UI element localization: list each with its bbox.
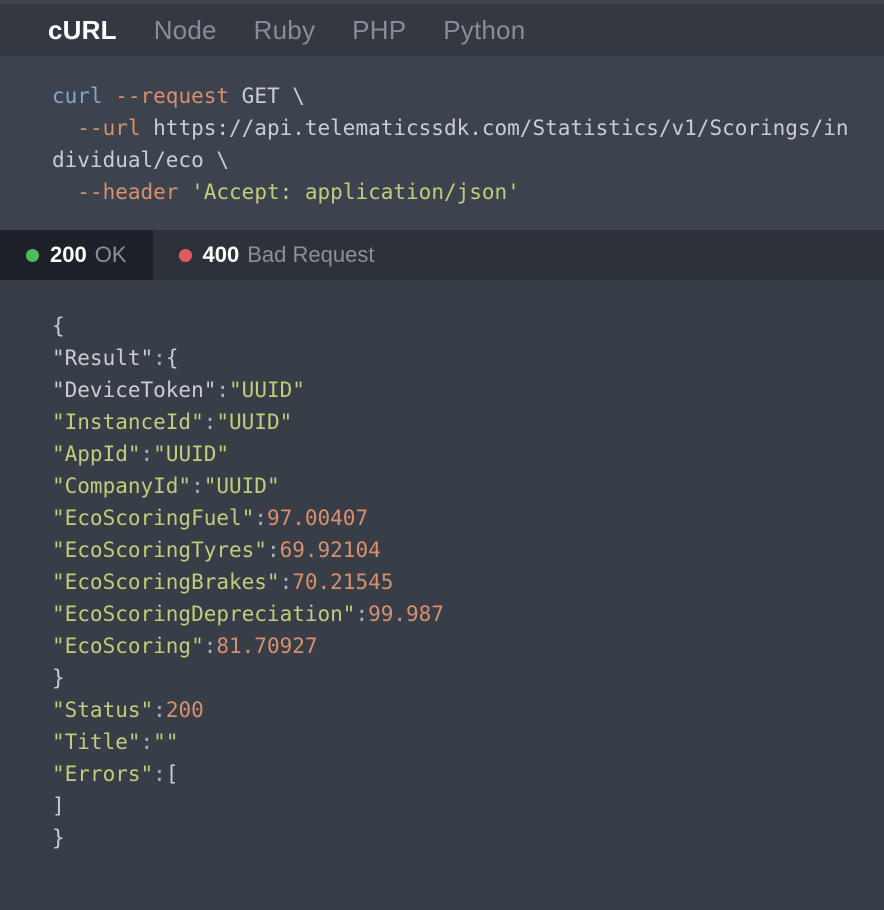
response-line: "AppId":"UUID" bbox=[52, 442, 229, 466]
request-token-plain: GET \ bbox=[229, 84, 305, 108]
response-token-punc: } bbox=[52, 666, 65, 690]
response-token-colon: : bbox=[191, 474, 204, 498]
response-line: } bbox=[52, 666, 65, 690]
response-token-num: 200 bbox=[165, 698, 204, 722]
response-token-key: "EcoScoringTyres" bbox=[52, 538, 267, 562]
request-token-flag: --url bbox=[77, 116, 141, 140]
response-token-colon: : bbox=[254, 506, 267, 530]
response-token-colon: : bbox=[355, 602, 369, 626]
response-json-block[interactable]: { "Result":{ "DeviceToken":"UUID" "Insta… bbox=[24, 310, 860, 854]
response-token-num: 99.987 bbox=[368, 602, 444, 626]
response-token-colon: : bbox=[140, 442, 154, 466]
response-line: ] bbox=[52, 794, 65, 818]
response-body-area: { "Result":{ "DeviceToken":"UUID" "Insta… bbox=[0, 280, 884, 910]
request-token-plain bbox=[52, 116, 77, 140]
response-status-tab-400[interactable]: 400 Bad Request bbox=[153, 230, 401, 280]
request-token-plain: https://api.telematicssdk.com/Statistics… bbox=[52, 116, 849, 172]
language-tab-ruby[interactable]: Ruby bbox=[254, 17, 316, 43]
response-line: "EcoScoring":81.70927 bbox=[52, 634, 318, 658]
response-token-key: "InstanceId" bbox=[52, 410, 204, 434]
response-line: } bbox=[52, 826, 65, 850]
request-token-plain bbox=[52, 180, 77, 204]
response-token-key: "EcoScoring" bbox=[52, 634, 204, 658]
response-token-colon: : bbox=[153, 698, 166, 722]
request-line: curl --request GET \ bbox=[52, 84, 305, 108]
response-line: "EcoScoringTyres":69.92104 bbox=[52, 538, 381, 562]
response-token-punc: } bbox=[52, 826, 65, 850]
response-token-colon: : bbox=[279, 570, 293, 594]
response-line: "CompanyId":"UUID" bbox=[52, 474, 280, 498]
request-token-flag: --header bbox=[77, 180, 179, 204]
response-token-keygray: "DeviceToken" bbox=[52, 378, 217, 402]
response-token-string: "" bbox=[153, 730, 179, 754]
response-line: "Errors":[ bbox=[52, 762, 178, 786]
response-line: "Status":200 bbox=[52, 698, 204, 722]
response-token-punc: { bbox=[165, 346, 179, 370]
request-token-fn: curl bbox=[52, 84, 103, 108]
request-code-area: curl --request GET \ --url https://api.t… bbox=[0, 56, 884, 230]
response-status-tab-bar: 200 OK 400 Bad Request bbox=[0, 230, 884, 280]
response-token-string: "UUID" bbox=[153, 442, 230, 466]
response-token-colon: : bbox=[153, 762, 166, 786]
request-token-string: 'Accept: application/json' bbox=[191, 180, 520, 204]
response-token-num: 81.70927 bbox=[216, 634, 318, 658]
status-dot-icon bbox=[26, 248, 39, 262]
status-text-label: OK bbox=[94, 242, 127, 267]
response-token-num: 70.21545 bbox=[292, 570, 394, 594]
language-tab-curl[interactable]: cURL bbox=[48, 17, 117, 43]
response-token-colon: : bbox=[140, 730, 154, 754]
api-explorer-panel: cURL Node Ruby PHP Python curl --request GET… bbox=[0, 0, 884, 910]
response-token-colon: : bbox=[266, 538, 280, 562]
response-token-key: "CompanyId" bbox=[52, 474, 192, 498]
response-status-tab-200[interactable]: 200 OK bbox=[0, 230, 153, 280]
response-token-key: "Title" bbox=[52, 730, 141, 754]
request-line: --url https://api.telematicssdk.com/Stat… bbox=[52, 116, 849, 172]
request-code-block[interactable]: curl --request GET \ --url https://api.t… bbox=[24, 80, 860, 208]
response-line: "Title":"" bbox=[52, 730, 178, 754]
request-token-flag: --request bbox=[115, 84, 230, 108]
response-token-key: "EcoScoringFuel" bbox=[52, 506, 255, 530]
response-token-num: 69.92104 bbox=[279, 538, 381, 562]
response-line: "DeviceToken":"UUID" bbox=[52, 378, 305, 402]
response-line: "EcoScoringDepreciation":99.987 bbox=[52, 602, 444, 626]
response-token-string: "UUID" bbox=[203, 474, 280, 498]
status-code-label: 400 bbox=[202, 242, 240, 267]
response-token-num: 97.00407 bbox=[266, 506, 369, 530]
response-token-colon: : bbox=[216, 378, 230, 402]
language-tab-bar: cURL Node Ruby PHP Python bbox=[0, 4, 884, 56]
response-token-keygray: "Result" bbox=[52, 346, 154, 370]
response-line: "EcoScoringBrakes":70.21545 bbox=[52, 570, 393, 594]
request-token-plain bbox=[178, 180, 191, 204]
response-token-colon: : bbox=[203, 410, 217, 434]
response-token-key: "Errors" bbox=[52, 762, 154, 786]
status-dot-icon bbox=[178, 248, 192, 262]
response-token-colon: : bbox=[203, 634, 217, 658]
status-text-label: Bad Request bbox=[247, 242, 375, 267]
response-line: "EcoScoringFuel":97.00407 bbox=[52, 506, 368, 530]
response-token-string: "UUID" bbox=[229, 378, 305, 402]
response-line: "InstanceId":"UUID" bbox=[52, 410, 292, 434]
status-code-label: 200 bbox=[50, 242, 87, 267]
response-token-key: "AppId" bbox=[52, 442, 141, 466]
response-token-key: "EcoScoringDepreciation" bbox=[52, 602, 356, 626]
response-token-colon: : bbox=[153, 346, 166, 370]
response-token-punc: [ bbox=[165, 762, 179, 786]
language-tab-php[interactable]: PHP bbox=[352, 17, 406, 43]
language-tab-node[interactable]: Node bbox=[154, 17, 217, 43]
response-token-string: "UUID" bbox=[216, 410, 293, 434]
language-tab-python[interactable]: Python bbox=[443, 17, 525, 43]
response-line: "Result":{ bbox=[52, 346, 178, 370]
response-token-key: "EcoScoringBrakes" bbox=[52, 570, 280, 594]
response-token-key: "Status" bbox=[52, 698, 154, 722]
request-token-plain bbox=[103, 84, 116, 108]
response-line: { bbox=[52, 314, 65, 338]
response-token-punc: ] bbox=[52, 794, 65, 818]
response-token-punc: { bbox=[52, 314, 65, 338]
request-line: --header 'Accept: application/json' bbox=[52, 180, 520, 204]
